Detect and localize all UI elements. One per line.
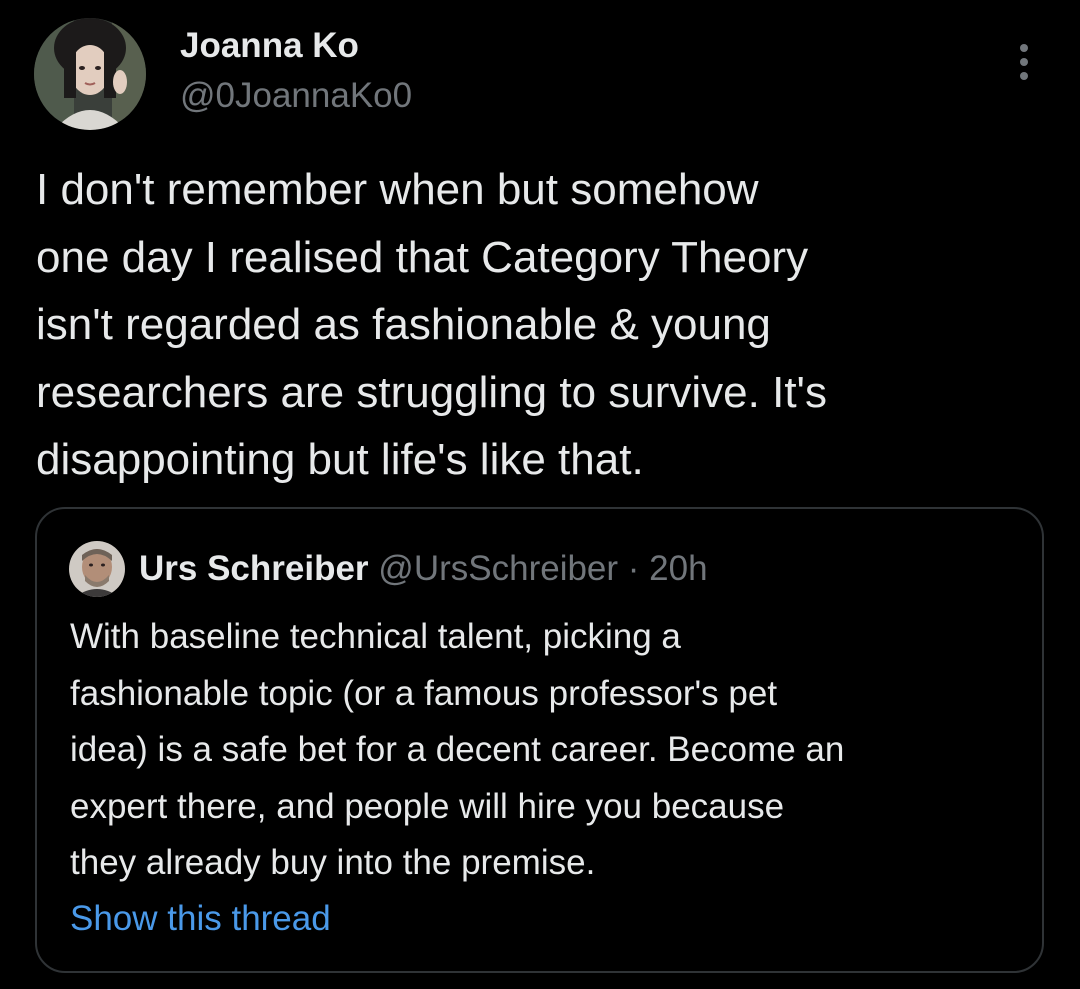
quoted-tweet-header: Urs Schreiber @UrsSchreiber · 20h bbox=[139, 547, 708, 591]
quoted-author-display-name[interactable]: Urs Schreiber bbox=[139, 549, 369, 588]
quoted-author-handle[interactable]: @UrsSchreiber bbox=[378, 549, 618, 588]
quoted-tweet-time[interactable]: 20h bbox=[649, 549, 707, 588]
more-options-button[interactable] bbox=[1002, 38, 1046, 86]
author-handle[interactable]: @0JoannaKo0 bbox=[180, 74, 412, 118]
tweet-text: I don't remember when but somehow one da… bbox=[36, 165, 827, 484]
more-horizontal-icon-dot bbox=[1020, 58, 1028, 66]
quoted-author-avatar[interactable] bbox=[69, 541, 125, 597]
quoted-tweet-card[interactable]: Urs Schreiber @UrsSchreiber · 20h With b… bbox=[35, 507, 1044, 973]
more-horizontal-icon-dot bbox=[1020, 72, 1028, 80]
author-avatar[interactable] bbox=[34, 18, 146, 130]
header-separator: · bbox=[618, 549, 650, 588]
show-thread-link[interactable]: Show this thread bbox=[70, 897, 331, 941]
quoted-tweet-text: With baseline technical talent, picking … bbox=[70, 617, 845, 882]
more-horizontal-icon bbox=[1020, 44, 1028, 52]
tweet: Joanna Ko @0JoannaKo0 I don't remember w… bbox=[0, 0, 1080, 989]
author-display-name[interactable]: Joanna Ko bbox=[180, 24, 359, 68]
